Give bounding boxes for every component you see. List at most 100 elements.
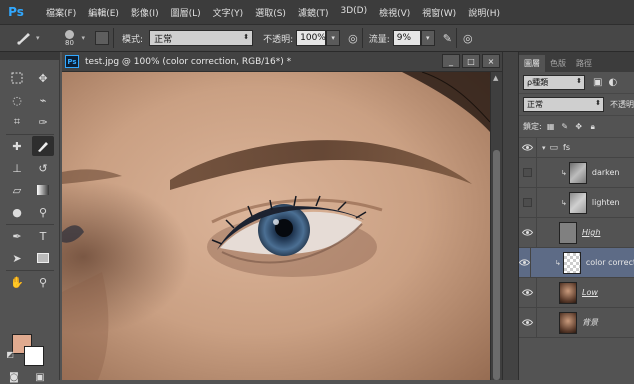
lock-transparency-icon[interactable]: ▦ xyxy=(546,122,556,132)
visibility-eye-icon[interactable] xyxy=(519,217,537,248)
dodge-tool-icon[interactable]: ⚲ xyxy=(32,202,54,222)
history-brush-tool-icon[interactable]: ↺ xyxy=(32,158,54,178)
visibility-toggle[interactable] xyxy=(519,157,537,188)
flow-input[interactable]: 9% xyxy=(392,30,421,46)
move-tool-icon[interactable]: ✥ xyxy=(32,68,54,88)
quick-select-tool-icon[interactable]: ⌁ xyxy=(32,90,54,110)
layer-darken[interactable]: ↳ darken xyxy=(519,157,634,188)
menu-3d[interactable]: 3D(D) xyxy=(334,6,373,19)
pen-tool-icon[interactable]: ✒ xyxy=(6,226,28,246)
menu-filter[interactable]: 濾鏡(T) xyxy=(292,6,335,19)
default-colors-icon[interactable]: ◩ xyxy=(4,348,16,360)
gradient-tool-icon[interactable] xyxy=(32,180,54,200)
layer-filter-value: ρ種類 xyxy=(527,78,549,87)
minimize-button[interactable]: _ xyxy=(442,54,460,68)
layer-thumbnail xyxy=(559,311,577,334)
separator xyxy=(6,270,54,271)
filter-pixel-icon[interactable]: ▣ xyxy=(593,77,602,88)
document-title: test.jpg @ 100% (color correction, RGB/1… xyxy=(85,56,292,67)
airbrush-icon[interactable]: ✎ xyxy=(443,32,452,45)
visibility-eye-icon[interactable] xyxy=(519,277,537,308)
group-expand-icon[interactable]: ▾ xyxy=(542,144,546,152)
menu-layer[interactable]: 圖層(L) xyxy=(165,6,207,19)
scroll-up-icon[interactable]: ▲ xyxy=(493,74,498,82)
layer-color-correction[interactable]: ↳ color correction xyxy=(519,247,634,278)
document-ps-icon: Ps xyxy=(65,55,79,68)
tab-paths[interactable]: 路徑 xyxy=(571,55,597,72)
menu-file[interactable]: 檔案(F) xyxy=(40,6,82,19)
visibility-eye-icon[interactable] xyxy=(519,247,531,278)
document-canvas[interactable] xyxy=(62,72,490,380)
tool-preset-chevron-icon[interactable]: ▾ xyxy=(36,34,40,42)
quick-mask-icon[interactable]: ◙ xyxy=(6,370,22,384)
mode-select[interactable]: 正常 ⬍ xyxy=(149,30,254,46)
background-color-swatch[interactable] xyxy=(24,346,44,366)
menu-select[interactable]: 選取(S) xyxy=(249,6,292,19)
mode-value: 正常 xyxy=(154,34,173,45)
eraser-tool-icon[interactable]: ▱ xyxy=(6,180,28,200)
lock-pixels-icon[interactable]: ✎ xyxy=(560,122,570,132)
separator xyxy=(456,28,457,48)
brush-tool-preset-icon[interactable] xyxy=(14,29,34,47)
rectangle-tool-icon[interactable] xyxy=(32,248,54,268)
clip-arrow-icon: ↳ xyxy=(561,168,567,177)
vertical-scrollbar[interactable]: ▲ xyxy=(490,72,502,380)
visibility-toggle[interactable] xyxy=(519,187,537,218)
menu-help[interactable]: 說明(H) xyxy=(462,6,506,19)
lock-position-icon[interactable]: ✥ xyxy=(574,122,584,132)
layer-group-fs[interactable]: ▾ ▭ fs xyxy=(519,137,634,158)
clone-stamp-tool-icon[interactable]: ⊥ xyxy=(6,158,28,178)
brush-tool-icon[interactable] xyxy=(32,136,54,156)
flow-slider-button[interactable]: ▾ xyxy=(420,30,435,46)
panel-tabs: 圖層 色版 路徑 xyxy=(519,52,634,72)
marquee-tool-icon[interactable] xyxy=(6,68,28,88)
layer-name: 背景 xyxy=(582,318,598,327)
crop-tool-icon[interactable]: ⌗ xyxy=(6,112,28,132)
menu-bar: Ps 檔案(F) 編輯(E) 影像(I) 圖層(L) 文字(Y) 選取(S) 濾… xyxy=(0,0,634,24)
layer-background[interactable]: 背景 xyxy=(519,307,634,338)
opacity-input[interactable]: 100% xyxy=(296,30,327,46)
layer-lighten[interactable]: ↳ lighten xyxy=(519,187,634,218)
opacity-slider-button[interactable]: ▾ xyxy=(326,30,341,46)
clip-arrow-icon: ↳ xyxy=(561,198,567,207)
document-tab[interactable]: Ps test.jpg @ 100% (color correction, RG… xyxy=(62,52,502,72)
visibility-eye-icon[interactable] xyxy=(519,137,537,158)
layer-thumbnail xyxy=(559,281,577,304)
menu-view[interactable]: 檢視(V) xyxy=(373,6,416,19)
close-button[interactable]: × xyxy=(482,54,500,68)
type-tool-icon[interactable]: T xyxy=(32,226,54,246)
healing-brush-tool-icon[interactable]: ✚ xyxy=(6,136,28,156)
scrollbar-thumb[interactable] xyxy=(493,150,500,380)
photoshop-logo: Ps xyxy=(8,5,24,19)
brush-panel-toggle-icon[interactable] xyxy=(95,31,110,45)
maximize-button[interactable]: □ xyxy=(462,54,480,68)
layer-high[interactable]: High xyxy=(519,217,634,248)
blend-mode-select[interactable]: 正常 ⬍ xyxy=(523,97,604,112)
screen-mode-icon[interactable]: ▣ xyxy=(32,370,48,384)
hand-tool-icon[interactable]: ✋ xyxy=(6,272,28,292)
filter-adjustment-icon[interactable]: ◐ xyxy=(608,77,617,88)
layer-thumbnail xyxy=(568,161,587,184)
menu-type[interactable]: 文字(Y) xyxy=(207,6,250,19)
zoom-tool-icon[interactable]: ⚲ xyxy=(32,272,54,292)
menu-image[interactable]: 影像(I) xyxy=(125,6,165,19)
menu-window[interactable]: 視窗(W) xyxy=(416,6,462,19)
blur-tool-icon[interactable]: ● xyxy=(6,202,28,222)
tab-channels[interactable]: 色版 xyxy=(545,55,571,72)
tab-layers[interactable]: 圖層 xyxy=(519,55,545,72)
eyedropper-tool-icon[interactable]: ✑ xyxy=(32,112,54,132)
layer-low[interactable]: Low xyxy=(519,277,634,308)
layer-name: lighten xyxy=(591,198,620,207)
lock-all-icon[interactable]: 🔒︎ xyxy=(588,122,598,132)
pressure-size-icon[interactable]: ◎ xyxy=(463,32,473,45)
visibility-eye-icon[interactable] xyxy=(519,307,537,338)
lasso-tool-icon[interactable]: ◌ xyxy=(6,90,28,110)
layer-filter-select[interactable]: ρ種類 ⬍ xyxy=(523,75,585,90)
menu-edit[interactable]: 編輯(E) xyxy=(82,6,125,19)
hidden-box-icon xyxy=(523,168,532,177)
brush-chevron-icon[interactable]: ▾ xyxy=(82,34,86,42)
pressure-opacity-icon[interactable]: ◎ xyxy=(348,32,358,45)
brush-size-picker[interactable]: 80 xyxy=(58,27,82,49)
lock-row: 鎖定: ▦ ✎ ✥ 🔒︎ xyxy=(519,116,634,138)
path-selection-tool-icon[interactable]: ➤ xyxy=(6,248,28,268)
